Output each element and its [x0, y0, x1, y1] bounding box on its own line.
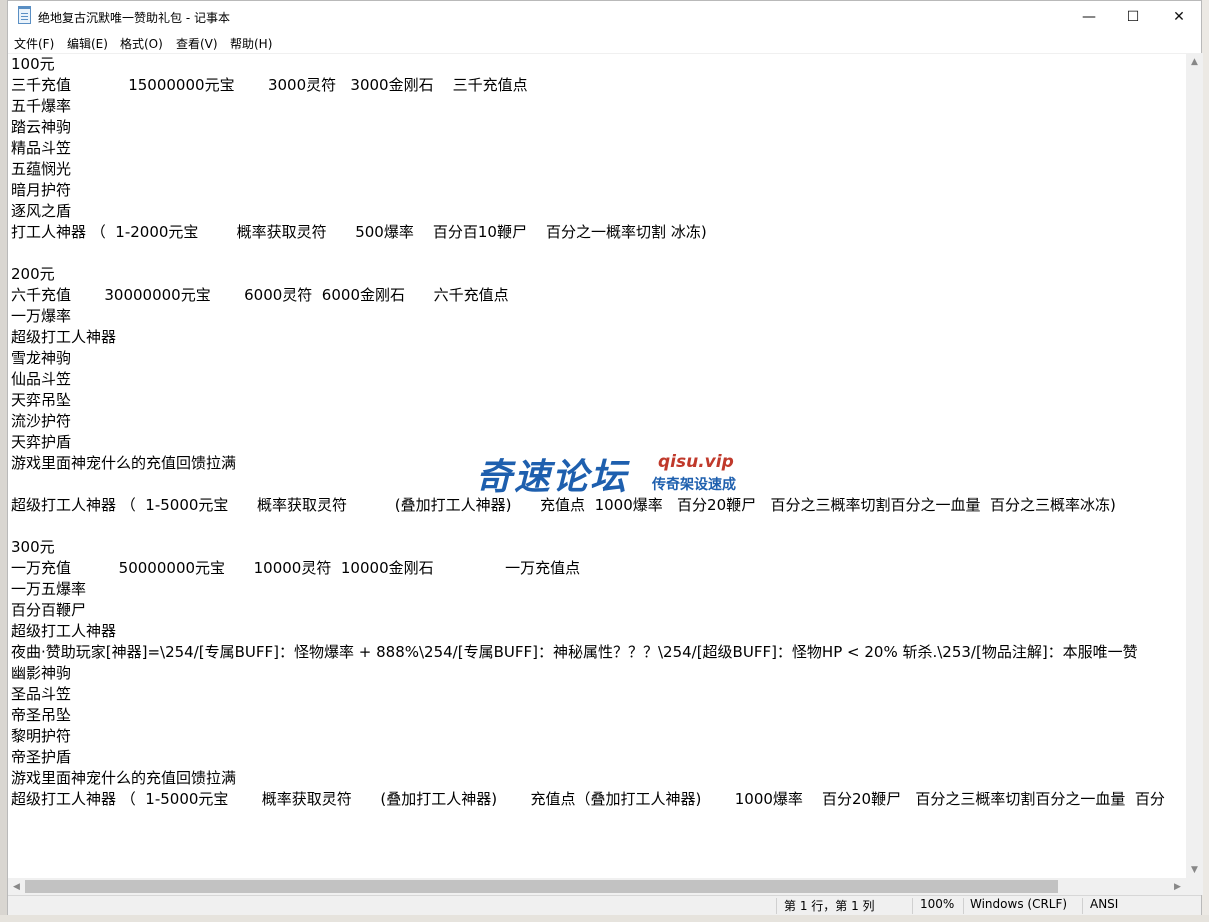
- title-bar[interactable]: 绝地复古沉默唯一赞助礼包 - 记事本 — ☐ ✕: [8, 1, 1201, 33]
- maximize-button[interactable]: ☐: [1110, 1, 1156, 33]
- text-line: 夜曲·赞助玩家[神器]=\254/[专属BUFF]：怪物爆率 + 888%\25…: [11, 643, 1138, 661]
- menu-bar: 文件(F) 编辑(E) 格式(O) 查看(V) 帮助(H): [8, 33, 1201, 53]
- cursor-position: 第 1 行，第 1 列: [784, 899, 875, 913]
- line-ending: Windows (CRLF): [970, 897, 1068, 911]
- text-editor[interactable]: 100元 三千充值 15000000元宝 3000灵符 3000金刚石 三千充值…: [8, 53, 1186, 878]
- watermark-logo-text: 奇速论坛: [476, 457, 629, 498]
- text-line: 百分百鞭尸: [11, 601, 87, 619]
- vertical-scrollbar[interactable]: ▲ ▼: [1186, 53, 1203, 878]
- text-line: 200元: [11, 265, 55, 283]
- taskbar-backdrop: [0, 915, 1209, 922]
- text-line: 五蕴悯光: [11, 160, 72, 178]
- text-line: 逐风之盾: [11, 202, 72, 220]
- scroll-left-icon[interactable]: ◀: [8, 878, 25, 895]
- scroll-up-icon[interactable]: ▲: [1186, 53, 1203, 70]
- menu-help[interactable]: 帮助(H): [230, 35, 272, 52]
- menu-file[interactable]: 文件(F): [14, 35, 54, 52]
- status-divider: [912, 898, 913, 914]
- text-line: 六千充值 30000000元宝 6000灵符 6000金刚石 六千充值点: [11, 286, 509, 304]
- menu-edit[interactable]: 编辑(E): [67, 35, 108, 52]
- scroll-down-icon[interactable]: ▼: [1186, 861, 1203, 878]
- scroll-right-icon[interactable]: ▶: [1169, 878, 1186, 895]
- text-line: 一万爆率: [11, 307, 72, 325]
- text-line: 三千充值 15000000元宝 3000灵符 3000金刚石 三千充值点: [11, 76, 528, 94]
- text-line: 雪龙神驹: [11, 349, 72, 367]
- text-line: 踏云神驹: [11, 118, 72, 136]
- text-line: 五千爆率: [11, 97, 72, 115]
- watermark-tagline: 传奇架设速成: [652, 477, 736, 493]
- zoom-level: 100%: [920, 897, 955, 911]
- horizontal-scroll-thumb[interactable]: [25, 880, 1058, 893]
- encoding: ANSI: [1090, 897, 1119, 911]
- horizontal-scrollbar[interactable]: ◀ ▶: [8, 878, 1186, 895]
- text-line: 黎明护符: [11, 727, 72, 745]
- text-line: 100元: [11, 55, 55, 73]
- scrollbar-corner: [1186, 878, 1203, 895]
- menu-view[interactable]: 查看(V): [176, 35, 218, 52]
- menu-format[interactable]: 格式(O): [120, 35, 163, 52]
- close-icon: ✕: [1173, 9, 1185, 25]
- text-line: 天弈吊坠: [11, 391, 72, 409]
- status-divider: [776, 898, 777, 914]
- text-line: 一万充值 50000000元宝 10000灵符 10000金刚石 一万充值点: [11, 559, 581, 577]
- window-title: 绝地复古沉默唯一赞助礼包 - 记事本: [38, 11, 230, 25]
- text-line: 幽影神驹: [11, 664, 72, 682]
- minimize-button[interactable]: —: [1066, 1, 1112, 33]
- text-line: 游戏里面神宠什么的充值回馈拉满: [11, 454, 237, 472]
- minimize-icon: —: [1082, 9, 1096, 25]
- close-button[interactable]: ✕: [1156, 1, 1202, 33]
- text-line: 300元: [11, 538, 55, 556]
- text-line: 暗月护符: [11, 181, 72, 199]
- notepad-icon: [18, 6, 31, 24]
- text-line: 超级打工人神器 （ 1-5000元宝 概率获取灵符 (叠加打工人神器) 充值点（…: [11, 790, 1165, 808]
- text-line: 仙品斗笠: [11, 370, 72, 388]
- text-line: 帝圣吊坠: [11, 706, 72, 724]
- text-line: 精品斗笠: [11, 139, 72, 157]
- text-line: 流沙护符: [11, 412, 72, 430]
- maximize-icon: ☐: [1126, 9, 1140, 25]
- notepad-window: 绝地复古沉默唯一赞助礼包 - 记事本 — ☐ ✕ 文件(F) 编辑(E) 格式(…: [7, 0, 1203, 915]
- text-line: 游戏里面神宠什么的充值回馈拉满: [11, 769, 237, 787]
- status-divider: [963, 898, 964, 914]
- text-line: 一万五爆率: [11, 580, 87, 598]
- text-line: 超级打工人神器: [11, 622, 117, 640]
- status-divider: [1082, 898, 1083, 914]
- forum-watermark: 奇速论坛 qisu.vip 传奇架设速成: [476, 448, 766, 498]
- status-bar: 第 1 行，第 1 列 100% Windows (CRLF) ANSI: [8, 895, 1201, 915]
- text-line: 超级打工人神器: [11, 328, 117, 346]
- text-line: 打工人神器 （ 1-2000元宝 概率获取灵符 500爆率 百分百10鞭尸 百分…: [11, 223, 707, 241]
- watermark-url: qisu.vip: [658, 452, 734, 472]
- text-line: 圣品斗笠: [11, 685, 72, 703]
- text-line: 天弈护盾: [11, 433, 72, 451]
- text-line: 帝圣护盾: [11, 748, 72, 766]
